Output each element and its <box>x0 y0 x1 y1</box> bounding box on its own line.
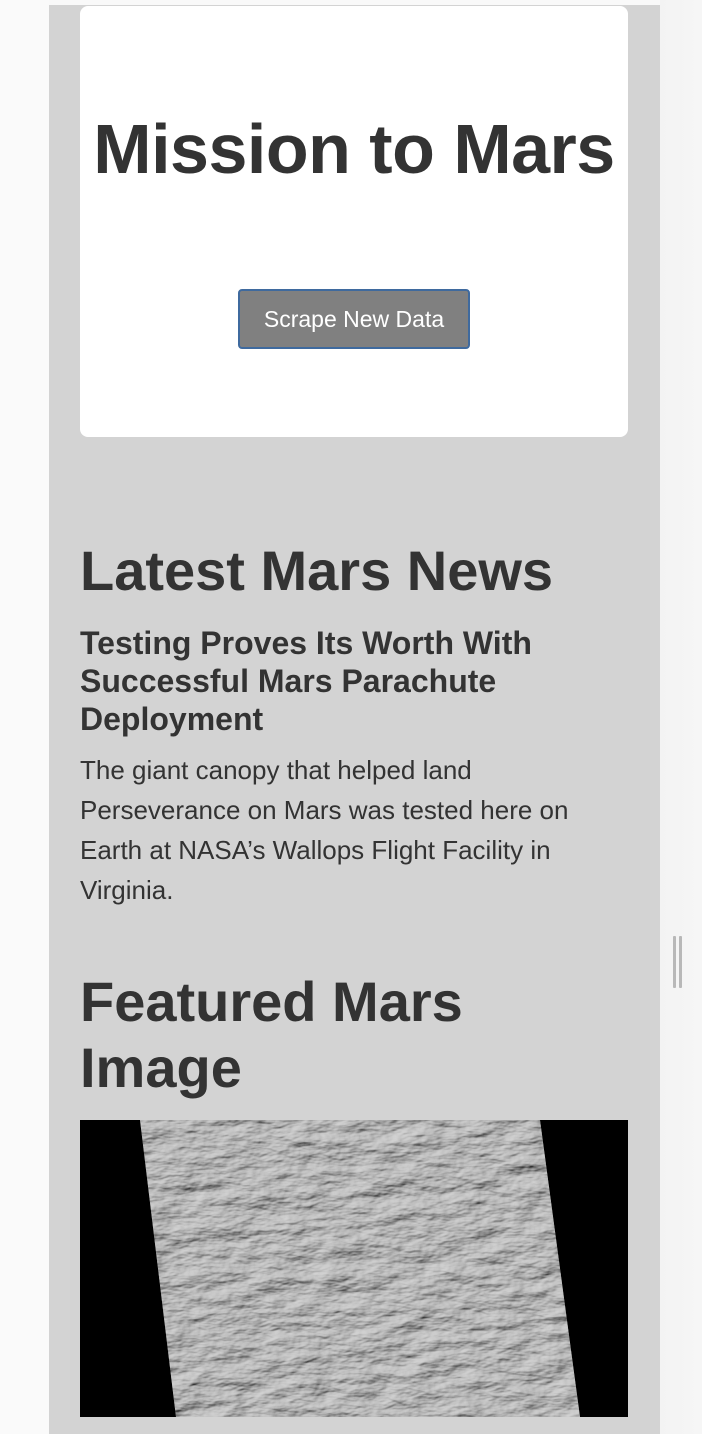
window-margin-right <box>660 0 702 1434</box>
page-title: Mission to Mars <box>93 110 615 188</box>
latest-news-heading: Latest Mars News <box>80 539 554 602</box>
news-teaser: The giant canopy that helped land Persev… <box>80 755 569 905</box>
scrape-new-data-button[interactable]: Scrape New Data <box>238 289 470 349</box>
resize-grip-bar <box>679 936 682 988</box>
featured-image-heading: Featured Mars Image <box>80 970 463 1099</box>
resize-handle[interactable] <box>673 936 683 988</box>
window-margin-left <box>0 0 49 1434</box>
header-jumbotron: Mission to Mars Scrape New Data <box>80 6 628 437</box>
main-container: Mission to Mars Scrape New Data Latest M… <box>49 5 660 1434</box>
news-headline: Testing Proves Its Worth With Successful… <box>80 625 532 737</box>
dune-field-image <box>80 1120 628 1417</box>
resize-grip-bar <box>673 936 676 988</box>
featured-mars-image <box>80 1120 628 1417</box>
